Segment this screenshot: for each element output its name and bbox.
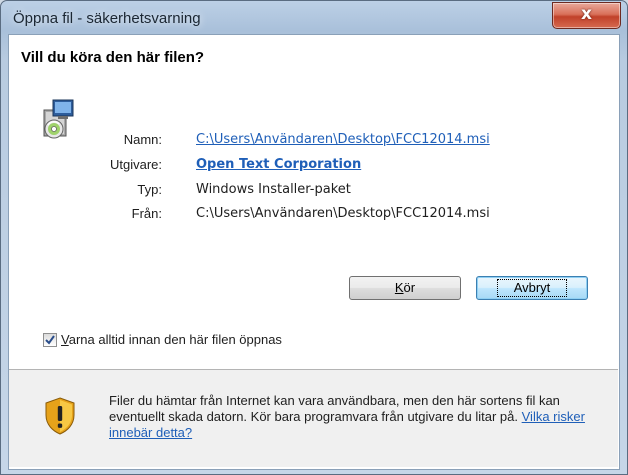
warning-text: Filer du hämtar från Internet kan vara a… bbox=[109, 393, 599, 441]
close-button[interactable]: x bbox=[552, 2, 621, 29]
type-label: Typ: bbox=[137, 182, 162, 197]
cancel-label: Avbryt bbox=[496, 279, 568, 297]
close-icon: x bbox=[581, 4, 592, 24]
cancel-button[interactable]: Avbryt bbox=[476, 276, 588, 300]
from-label: Från: bbox=[131, 206, 162, 221]
publisher-value-link[interactable]: Open Text Corporation bbox=[196, 157, 361, 172]
always-warn-label-rest: arna alltid innan den här filen öppnas bbox=[68, 332, 282, 347]
title-bar[interactable]: Öppna fil - säkerhetsvarning x bbox=[1, 1, 627, 35]
type-value: Windows Installer-paket bbox=[196, 182, 351, 197]
checkmark-icon bbox=[45, 335, 55, 345]
always-warn-label: Varna alltid innan den här filen öppnas bbox=[61, 332, 282, 347]
run-button[interactable]: Kör bbox=[349, 276, 461, 300]
warning-body: Filer du hämtar från Internet kan vara a… bbox=[109, 393, 560, 424]
name-label: Namn: bbox=[123, 132, 162, 147]
security-shield-icon bbox=[45, 397, 75, 435]
run-mnemonic: K bbox=[394, 280, 404, 295]
dialog-question: Vill du köra den här filen? bbox=[21, 49, 205, 66]
run-label: ör bbox=[403, 280, 416, 295]
window-title: Öppna fil - säkerhetsvarning bbox=[13, 10, 201, 27]
publisher-label: Utgivare: bbox=[109, 157, 162, 172]
from-value: C:\Users\Användaren\Desktop\FCC12014.msi bbox=[196, 206, 490, 221]
always-warn-mnemonic: V bbox=[61, 332, 69, 347]
name-value-link[interactable]: C:\Users\Användaren\Desktop\FCC12014.msi bbox=[196, 132, 490, 147]
always-warn-checkbox[interactable] bbox=[43, 333, 57, 347]
